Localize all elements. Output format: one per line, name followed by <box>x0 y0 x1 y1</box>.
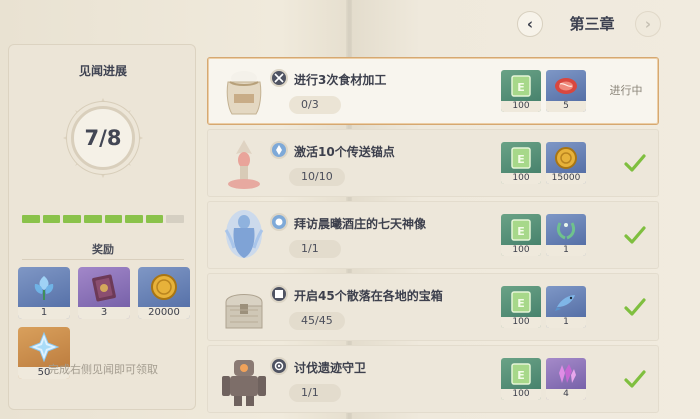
progress-segment-done <box>145 215 164 223</box>
task-status: 进行中 <box>609 84 643 97</box>
task-reward[interactable]: 1 <box>546 286 586 328</box>
check-icon <box>624 154 646 172</box>
reward-count: 4 <box>546 389 586 400</box>
svg-text:E: E <box>517 225 525 238</box>
task-row[interactable]: 开启45个散落在各地的宝箱 45/45 E 100 1 <box>207 273 659 341</box>
divider <box>22 259 184 260</box>
progress-segment-done <box>22 215 40 223</box>
reward-count: 100 <box>501 317 541 328</box>
crafting-icon <box>270 69 288 87</box>
task-reward[interactable]: 15000 <box>546 142 586 184</box>
reward-count: 15000 <box>546 173 586 184</box>
task-row[interactable]: 拜访晨曦酒庄的七天神像 1/1 E 100 1 <box>207 201 659 269</box>
raw-meat-icon <box>546 70 586 102</box>
task-progress: 10/10 <box>289 168 345 186</box>
reward-item[interactable]: 3 <box>78 267 130 319</box>
task-progress: 0/3 <box>289 96 341 114</box>
progress-segment-done <box>63 215 81 223</box>
mora-coin-icon <box>546 142 586 174</box>
task-reward[interactable]: 5 <box>546 70 586 112</box>
chapter-prev-button[interactable]: ‹ <box>517 11 543 37</box>
adventure-exp-icon: E <box>501 358 541 390</box>
reward-count: 100 <box>501 101 541 112</box>
claim-hint: 完成右侧见闻即可领取 <box>48 363 158 376</box>
ruin-guard-icon <box>216 352 272 408</box>
check-icon <box>624 370 646 388</box>
panel-title: 见闻进展 <box>78 64 127 78</box>
reward-count: 1 <box>18 307 70 319</box>
teleport-waypoint-icon <box>216 136 272 192</box>
chest-icon <box>270 285 288 303</box>
progress-segment-done <box>83 215 102 223</box>
task-title: 讨伐遗迹守卫 <box>294 361 367 375</box>
purple-crystal-icon <box>546 358 586 390</box>
mora-coin-icon <box>138 267 190 307</box>
progress-segment-done <box>42 215 61 223</box>
task-progress: 45/45 <box>289 312 345 330</box>
progress-segment-pending <box>166 215 184 223</box>
statue-of-seven-icon <box>216 208 272 264</box>
progress-counter: 7/8 <box>71 106 135 170</box>
reward-count: 100 <box>501 389 541 400</box>
task-progress: 1/1 <box>289 384 341 402</box>
check-icon <box>624 298 646 316</box>
task-title: 激活10个传送锚点 <box>294 145 395 159</box>
boss-icon <box>270 357 288 375</box>
reward-count: 1 <box>546 317 586 328</box>
flour-sack-icon <box>216 64 272 120</box>
task-reward[interactable]: E 100 <box>501 70 541 112</box>
chevron-left-icon: ‹ <box>526 15 534 33</box>
task-title: 进行3次食材加工 <box>294 73 387 87</box>
treasure-chest-icon <box>216 280 272 336</box>
chapter-title: 第三章 <box>569 15 615 33</box>
adventure-exp-icon: E <box>501 70 541 102</box>
reward-title: 奖励 <box>92 243 114 256</box>
task-row[interactable]: 激活10个传送锚点 10/10 E 100 15000 <box>207 129 659 197</box>
progress-bar <box>22 215 184 223</box>
adventure-exp-icon: E <box>501 286 541 318</box>
reward-count: 3 <box>78 307 130 319</box>
progress-segment-done <box>104 215 123 223</box>
svg-text:E: E <box>517 81 525 94</box>
task-title: 拜访晨曦酒庄的七天神像 <box>294 217 427 231</box>
check-icon <box>624 226 646 244</box>
progress-segment-done <box>125 215 143 223</box>
task-row[interactable]: 进行3次食材加工 0/3 E 100 5 进行中 <box>207 57 659 125</box>
progress-panel: 见闻进展 7/8 奖励 1 3 20000 50 完成右侧见闻即可领取 <box>8 44 196 410</box>
task-title: 开启45个散落在各地的宝箱 <box>294 289 443 303</box>
task-reward[interactable]: E 100 <box>501 142 541 184</box>
task-reward[interactable]: 1 <box>546 214 586 256</box>
reward-item[interactable]: 1 <box>18 267 70 319</box>
adventure-exp-icon: E <box>501 142 541 174</box>
reward-count: 1 <box>546 245 586 256</box>
progress-emblem: 7/8 <box>63 98 143 178</box>
purple-book-icon <box>78 267 130 307</box>
reward-count: 20000 <box>138 307 190 319</box>
task-reward[interactable]: 4 <box>546 358 586 400</box>
chapter-next-button[interactable]: › <box>635 11 661 37</box>
task-reward[interactable]: E 100 <box>501 214 541 256</box>
task-reward[interactable]: E 100 <box>501 286 541 328</box>
blue-fish-icon <box>546 286 586 318</box>
task-progress: 1/1 <box>289 240 341 258</box>
reward-count: 5 <box>546 101 586 112</box>
svg-text:E: E <box>517 297 525 310</box>
svg-text:E: E <box>517 153 525 166</box>
adventure-exp-icon: E <box>501 214 541 246</box>
svg-text:E: E <box>517 369 525 382</box>
chevron-right-icon: › <box>644 15 652 33</box>
task-reward[interactable]: E 100 <box>501 358 541 400</box>
task-row[interactable]: 讨伐遗迹守卫 1/1 E 100 4 <box>207 345 659 413</box>
task-list: 进行3次食材加工 0/3 E 100 5 进行中 激活10个传送锚点 10/10… <box>207 57 659 413</box>
waypoint-icon <box>270 141 288 159</box>
laurel-wreath-icon <box>546 214 586 246</box>
reward-count: 100 <box>501 245 541 256</box>
blue-flower-icon <box>18 267 70 307</box>
reward-count: 100 <box>501 173 541 184</box>
statue-icon <box>270 213 288 231</box>
reward-item[interactable]: 20000 <box>138 267 190 319</box>
